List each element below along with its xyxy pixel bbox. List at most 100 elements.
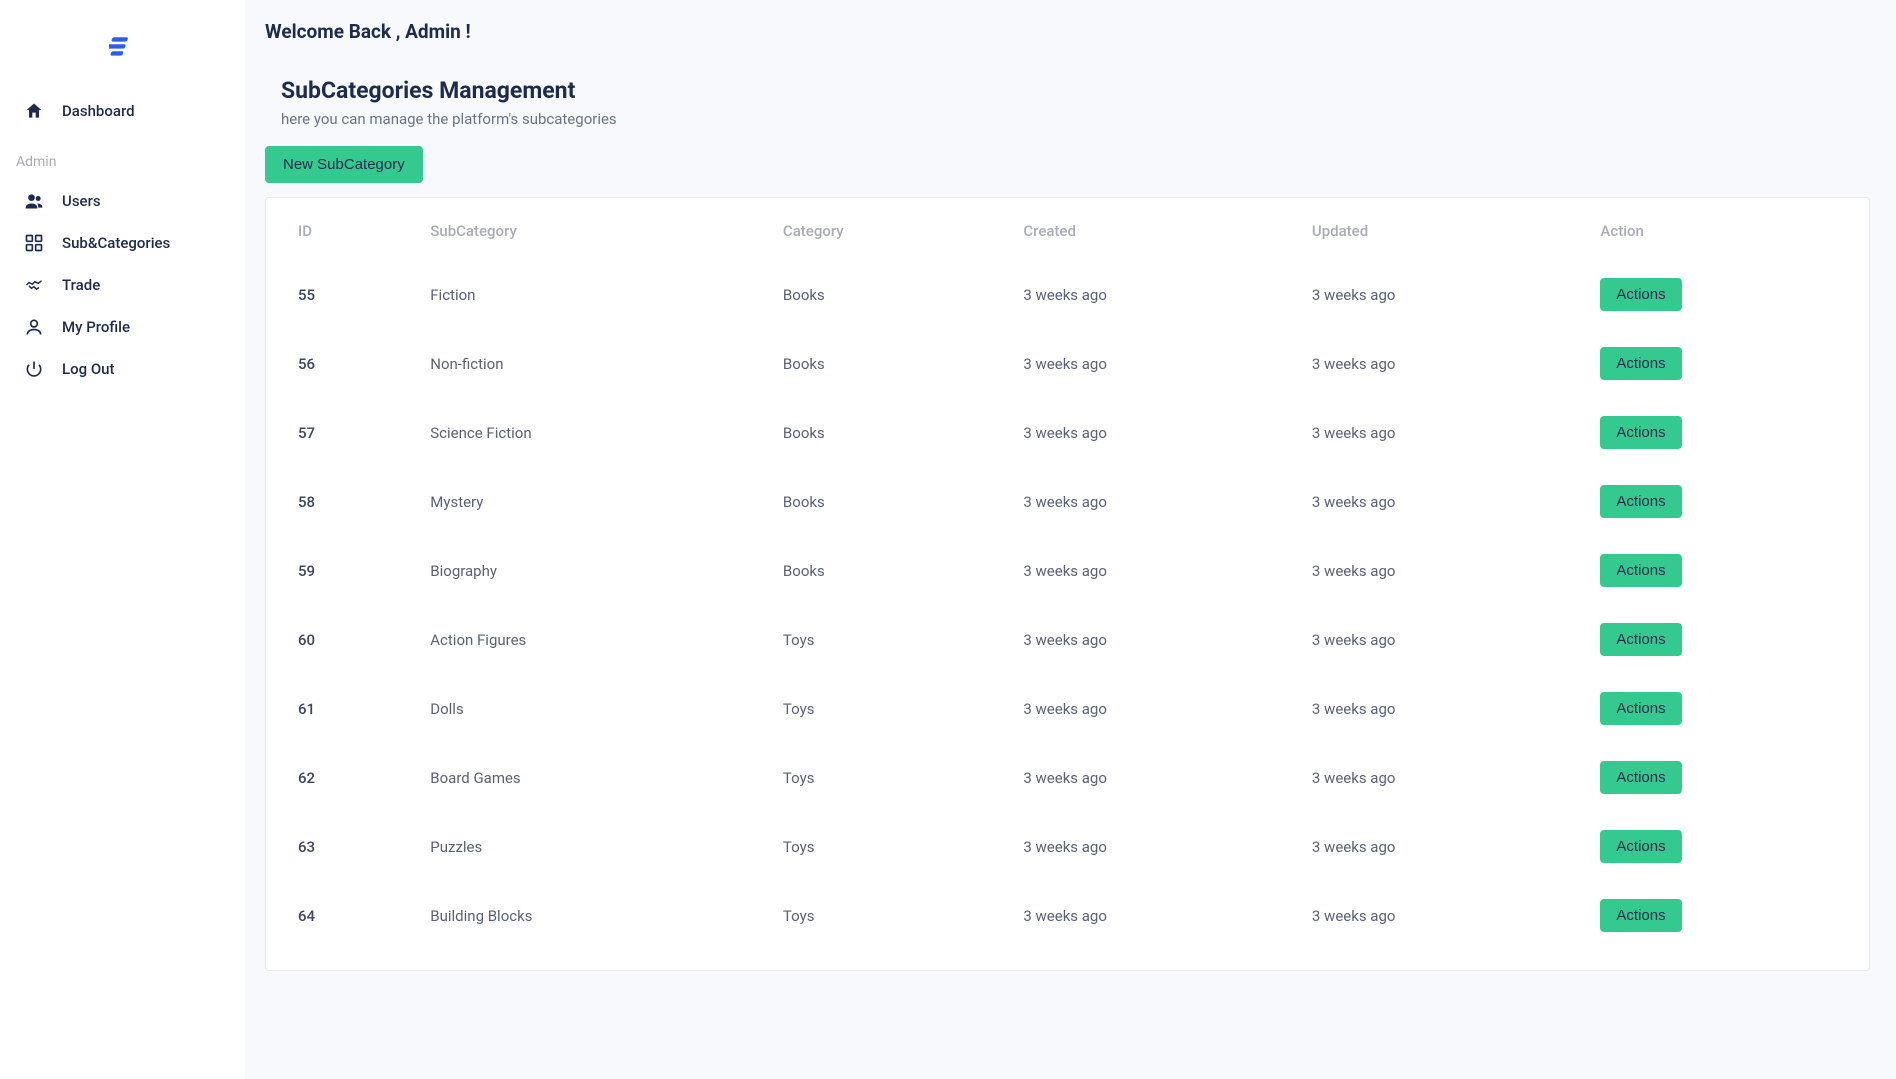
th-subcategory: SubCategory [410,208,763,260]
sidebar-item-trade[interactable]: Trade [0,264,245,306]
actions-button[interactable]: Actions [1600,899,1681,932]
cell-created: 3 weeks ago [1003,398,1292,467]
table-row: 63PuzzlesToys3 weeks ago3 weeks agoActio… [266,812,1869,881]
cell-subcategory: Non-fiction [410,329,763,398]
power-icon [24,359,44,379]
user-icon [24,317,44,337]
cell-updated: 3 weeks ago [1292,674,1581,743]
cell-category: Toys [763,881,1003,950]
cell-subcategory: Dolls [410,674,763,743]
cell-subcategory: Action Figures [410,605,763,674]
table-row: 59BiographyBooks3 weeks ago3 weeks agoAc… [266,536,1869,605]
th-action: Action [1580,208,1869,260]
cell-category: Books [763,329,1003,398]
cell-subcategory: Puzzles [410,812,763,881]
cell-category: Toys [763,812,1003,881]
sidebar-item-logout[interactable]: Log Out [0,348,245,390]
cell-category: Books [763,398,1003,467]
sidebar-item-label: Sub&Categories [62,234,170,252]
table-row: 57Science FictionBooks3 weeks ago3 weeks… [266,398,1869,467]
sidebar-item-label: Dashboard [62,102,135,120]
table-row: 64Building BlocksToys3 weeks ago3 weeks … [266,881,1869,950]
cell-created: 3 weeks ago [1003,536,1292,605]
cell-updated: 3 weeks ago [1292,605,1581,674]
actions-button[interactable]: Actions [1600,416,1681,449]
actions-button[interactable]: Actions [1600,485,1681,518]
cell-action: Actions [1580,467,1869,536]
home-icon [24,101,44,121]
th-id: ID [266,208,410,260]
cell-updated: 3 weeks ago [1292,881,1581,950]
cell-action: Actions [1580,674,1869,743]
table-row: 61DollsToys3 weeks ago3 weeks agoActions [266,674,1869,743]
logo-icon [109,32,137,60]
actions-button[interactable]: Actions [1600,692,1681,725]
cell-id: 55 [266,260,410,329]
cell-updated: 3 weeks ago [1292,329,1581,398]
actions-button[interactable]: Actions [1600,623,1681,656]
cell-id: 62 [266,743,410,812]
table-row: 62Board GamesToys3 weeks ago3 weeks agoA… [266,743,1869,812]
cell-subcategory: Biography [410,536,763,605]
cell-updated: 3 weeks ago [1292,812,1581,881]
cell-subcategory: Building Blocks [410,881,763,950]
cell-created: 3 weeks ago [1003,743,1292,812]
cell-subcategory: Board Games [410,743,763,812]
sidebar-item-subcategories[interactable]: Sub&Categories [0,222,245,264]
users-icon [24,191,44,211]
sidebar-item-dashboard[interactable]: Dashboard [0,90,245,132]
cell-id: 61 [266,674,410,743]
cell-subcategory: Fiction [410,260,763,329]
cell-created: 3 weeks ago [1003,329,1292,398]
actions-button[interactable]: Actions [1600,347,1681,380]
actions-button[interactable]: Actions [1600,278,1681,311]
table-header-row: ID SubCategory Category Created Updated … [266,208,1869,260]
actions-button[interactable]: Actions [1600,554,1681,587]
cell-category: Books [763,536,1003,605]
cell-action: Actions [1580,812,1869,881]
cell-subcategory: Mystery [410,467,763,536]
cell-action: Actions [1580,881,1869,950]
cell-action: Actions [1580,398,1869,467]
cell-subcategory: Science Fiction [410,398,763,467]
new-subcategory-button[interactable]: New SubCategory [265,146,423,183]
th-category: Category [763,208,1003,260]
cell-updated: 3 weeks ago [1292,743,1581,812]
page-subtitle: here you can manage the platform's subca… [281,110,1870,128]
sidebar-item-users[interactable]: Users [0,180,245,222]
th-updated: Updated [1292,208,1581,260]
cell-id: 63 [266,812,410,881]
cell-id: 59 [266,536,410,605]
cell-category: Toys [763,674,1003,743]
cell-action: Actions [1580,536,1869,605]
cell-id: 58 [266,467,410,536]
handshake-icon [24,275,44,295]
subcategories-table: ID SubCategory Category Created Updated … [266,208,1869,950]
cell-updated: 3 weeks ago [1292,536,1581,605]
th-created: Created [1003,208,1292,260]
sidebar-item-profile[interactable]: My Profile [0,306,245,348]
table-row: 58MysteryBooks3 weeks ago3 weeks agoActi… [266,467,1869,536]
sidebar-item-label: My Profile [62,318,130,336]
cell-action: Actions [1580,605,1869,674]
cell-created: 3 weeks ago [1003,812,1292,881]
sidebar-item-label: Log Out [62,360,115,378]
cell-created: 3 weeks ago [1003,881,1292,950]
cell-updated: 3 weeks ago [1292,398,1581,467]
cell-created: 3 weeks ago [1003,260,1292,329]
cell-created: 3 weeks ago [1003,605,1292,674]
actions-button[interactable]: Actions [1600,830,1681,863]
cell-id: 64 [266,881,410,950]
cell-category: Books [763,467,1003,536]
sidebar: Dashboard Admin Users Sub&Categories Tra… [0,0,245,1079]
subcategories-table-card: ID SubCategory Category Created Updated … [265,197,1870,971]
cell-category: Toys [763,743,1003,812]
cell-id: 57 [266,398,410,467]
table-row: 56Non-fictionBooks3 weeks ago3 weeks ago… [266,329,1869,398]
cell-category: Toys [763,605,1003,674]
cell-action: Actions [1580,329,1869,398]
table-row: 60Action FiguresToys3 weeks ago3 weeks a… [266,605,1869,674]
grid-icon [24,233,44,253]
cell-category: Books [763,260,1003,329]
actions-button[interactable]: Actions [1600,761,1681,794]
